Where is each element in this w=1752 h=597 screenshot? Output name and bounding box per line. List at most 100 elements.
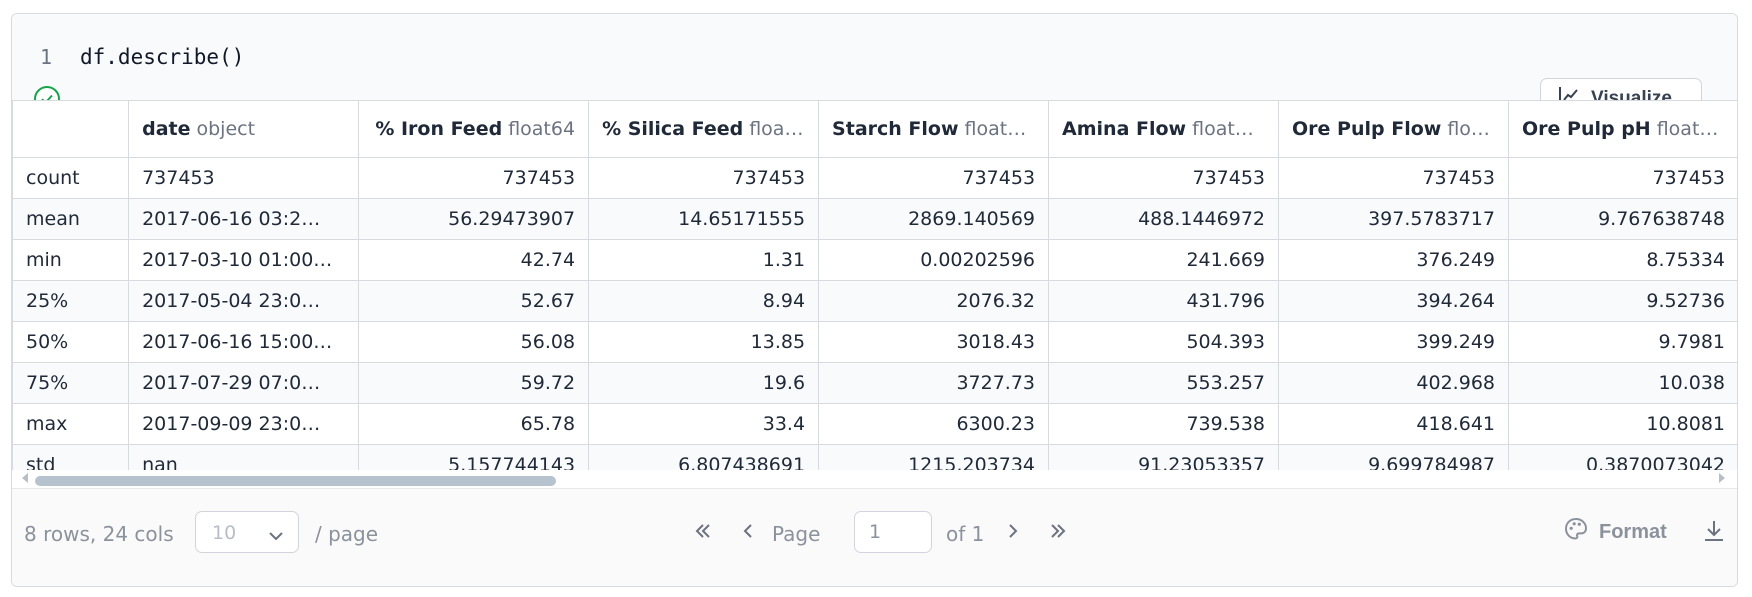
- page-count-label: of 1: [946, 522, 985, 546]
- notebook-cell: 1 df.describe() Visualize date object % I: [11, 13, 1738, 587]
- page-number-input[interactable]: 1: [854, 511, 932, 553]
- dataframe-table: date object % Iron Feed float64 % Silica F…: [12, 100, 1737, 472]
- column-header-date[interactable]: date object: [128, 100, 360, 158]
- row-label: 50%: [12, 321, 130, 363]
- table-row: 50% 2017-06-16 15:00… 56.08 13.85 3018.4…: [12, 321, 1737, 363]
- table-cell: 1.31: [588, 239, 820, 281]
- column-header-ore-pulp-ph[interactable]: Ore Pulp pH float…: [1508, 100, 1737, 158]
- row-label: max: [12, 403, 130, 445]
- table-row: min 2017-03-10 01:00… 42.74 1.31 0.00202…: [12, 239, 1737, 281]
- code-editor[interactable]: 1 df.describe(): [12, 14, 1737, 100]
- table-cell: 553.257: [1048, 362, 1280, 404]
- table-cell: 376.249: [1278, 239, 1509, 281]
- table-footer: 8 rows, 24 cols 10 / page Page 1 of 1 Fo…: [12, 488, 1737, 586]
- table-cell: 13.85: [588, 321, 820, 363]
- table-cell: 59.72: [358, 362, 590, 404]
- column-header-iron-feed[interactable]: % Iron Feed float64: [358, 100, 590, 158]
- table-cell: 737453: [1278, 157, 1509, 199]
- table-cell: 56.08: [358, 321, 590, 363]
- table-cell: 2017-06-16 15:00…: [128, 321, 360, 363]
- table-cell: 397.5783717: [1278, 198, 1509, 240]
- table-cell: 402.968: [1278, 362, 1509, 404]
- table-row: mean 2017-06-16 03:2… 56.29473907 14.651…: [12, 198, 1737, 240]
- column-header-silica-feed[interactable]: % Silica Feed floa…: [588, 100, 820, 158]
- table-cell: 6.807438691: [588, 444, 820, 472]
- table-cell: 19.6: [588, 362, 820, 404]
- page-size-select[interactable]: 10: [195, 511, 299, 553]
- row-label: 75%: [12, 362, 130, 404]
- table-cell: 737453: [588, 157, 820, 199]
- table-row: std nan 5.157744143 6.807438691 1215.203…: [12, 444, 1737, 472]
- table-cell: 737453: [1048, 157, 1280, 199]
- scroll-left-icon[interactable]: [22, 473, 28, 483]
- table-cell: 33.4: [588, 403, 820, 445]
- scroll-thumb[interactable]: [35, 476, 556, 486]
- table-cell: 431.796: [1048, 280, 1280, 322]
- table-cell: 8.75334: [1508, 239, 1737, 281]
- next-page-icon[interactable]: [999, 517, 1027, 545]
- table-cell: 504.393: [1048, 321, 1280, 363]
- table-cell: 2017-07-29 07:0…: [128, 362, 360, 404]
- table-cell: 52.67: [358, 280, 590, 322]
- table-cell: 8.94: [588, 280, 820, 322]
- last-page-icon[interactable]: [1044, 517, 1072, 545]
- table-header-row: date object % Iron Feed float64 % Silica F…: [12, 100, 1737, 158]
- table-cell: 65.78: [358, 403, 590, 445]
- table-row: count 737453 737453 737453 737453 737453…: [12, 157, 1737, 199]
- table-cell: 14.65171555: [588, 198, 820, 240]
- row-label: 25%: [12, 280, 130, 322]
- first-page-icon[interactable]: [689, 517, 717, 545]
- line-number: 1: [40, 45, 53, 69]
- code-line[interactable]: df.describe(): [80, 45, 244, 69]
- table-cell: 737453: [1508, 157, 1737, 199]
- table-cell: 737453: [358, 157, 590, 199]
- page-label: Page: [772, 522, 821, 546]
- horizontal-scrollbar[interactable]: [12, 470, 1737, 488]
- table-cell: 42.74: [358, 239, 590, 281]
- format-label: Format: [1599, 520, 1667, 543]
- table-cell: 2017-03-10 01:00…: [128, 239, 360, 281]
- palette-icon: [1563, 516, 1589, 548]
- row-label: mean: [12, 198, 130, 240]
- table-cell: 394.264: [1278, 280, 1509, 322]
- table-cell: 2017-09-09 23:0…: [128, 403, 360, 445]
- table-cell: 0.00202596: [818, 239, 1050, 281]
- row-label: count: [12, 157, 130, 199]
- table-cell: 9.699784987: [1278, 444, 1509, 472]
- column-header-starch-flow[interactable]: Starch Flow float…: [818, 100, 1050, 158]
- table-cell: 10.038: [1508, 362, 1737, 404]
- column-header-ore-pulp-flow[interactable]: Ore Pulp Flow flo…: [1278, 100, 1509, 158]
- table-cell: 739.538: [1048, 403, 1280, 445]
- dataframe-table-viewport[interactable]: date object % Iron Feed float64 % Silica F…: [12, 100, 1737, 472]
- table-cell: 2017-05-04 23:0…: [128, 280, 360, 322]
- per-page-label: / page: [315, 522, 379, 546]
- table-cell: 3018.43: [818, 321, 1050, 363]
- scroll-right-icon[interactable]: [1719, 473, 1725, 483]
- table-cell: nan: [128, 444, 360, 472]
- download-icon[interactable]: [1700, 517, 1728, 545]
- table-cell: 399.249: [1278, 321, 1509, 363]
- table-cell: 5.157744143: [358, 444, 590, 472]
- column-header-amina-flow[interactable]: Amina Flow float…: [1048, 100, 1280, 158]
- table-cell: 488.1446972: [1048, 198, 1280, 240]
- page-size-value: 10: [212, 522, 237, 544]
- table-cell: 2017-06-16 03:2…: [128, 198, 360, 240]
- table-cell: 6300.23: [818, 403, 1050, 445]
- table-cell: 56.29473907: [358, 198, 590, 240]
- table-cell: 9.767638748: [1508, 198, 1737, 240]
- format-button[interactable]: Format: [1557, 511, 1675, 553]
- table-cell: 2869.140569: [818, 198, 1050, 240]
- table-cell: 241.669: [1048, 239, 1280, 281]
- table-cell: 737453: [128, 157, 360, 199]
- table-cell: 1215.203734: [818, 444, 1050, 472]
- table-row: 75% 2017-07-29 07:0… 59.72 19.6 3727.73 …: [12, 362, 1737, 404]
- previous-page-icon[interactable]: [734, 517, 762, 545]
- table-row: 25% 2017-05-04 23:0… 52.67 8.94 2076.32 …: [12, 280, 1737, 322]
- row-label: min: [12, 239, 130, 281]
- row-label: std: [12, 444, 130, 472]
- chevron-down-icon: [268, 526, 284, 545]
- table-cell: 418.641: [1278, 403, 1509, 445]
- table-cell: 9.52736: [1508, 280, 1737, 322]
- table-row: max 2017-09-09 23:0… 65.78 33.4 6300.23 …: [12, 403, 1737, 445]
- column-header-index: [12, 100, 130, 158]
